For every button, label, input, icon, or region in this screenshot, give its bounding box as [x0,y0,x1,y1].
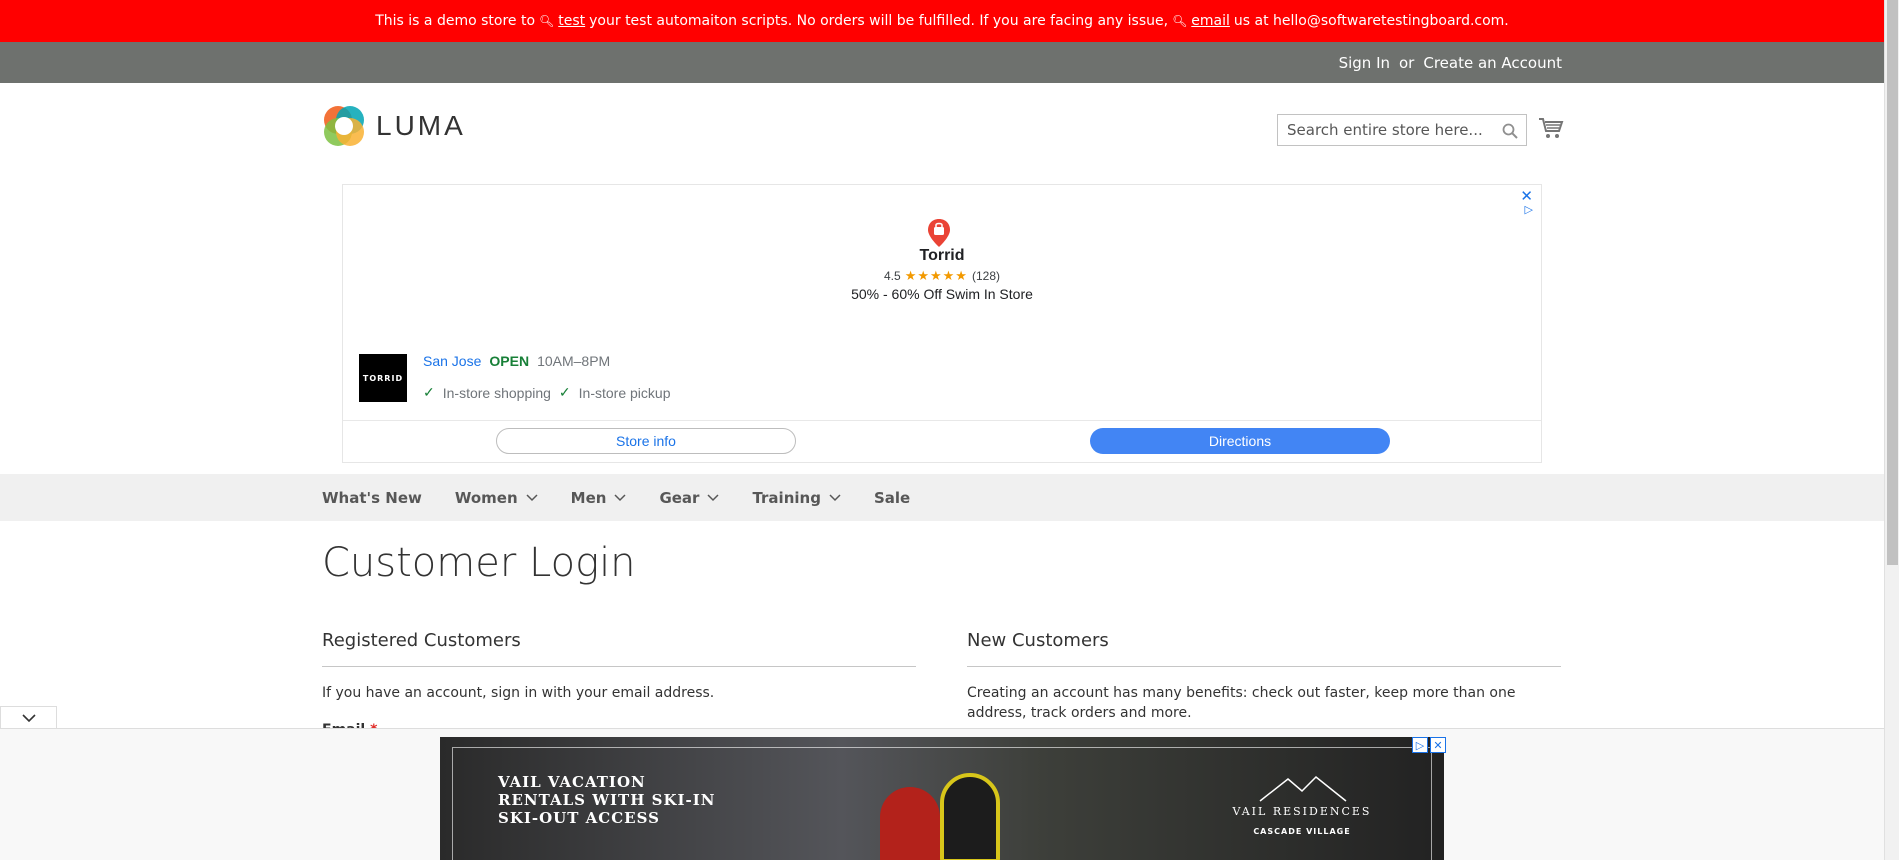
check-icon: ✓ [423,384,435,400]
registered-customers-text: If you have an account, sign in with you… [322,685,715,701]
chevron-down-icon [829,493,841,501]
demo-link-test[interactable]: test [558,13,585,29]
luma-logo-text: LUMA [376,110,466,141]
store-info-button[interactable]: Store info [496,428,796,454]
ad-close-icon[interactable]: ✕ [1430,737,1446,753]
or-text: or [1399,53,1415,72]
skier-figure [940,773,1000,860]
map-pin-icon [928,219,950,247]
nav-item-women[interactable]: Women [455,489,538,507]
bottom-ad-controls: ▷ ✕ [1412,737,1446,753]
demo-notice-banner: This is a demo store to 🔍︎ test your tes… [0,0,1884,42]
main-navigation: What's New Women Men Gear Training Sale [0,474,1884,521]
bottom-ad-bar: VAIL VACATION RENTALS WITH SKI-IN SKI-OU… [0,728,1884,860]
ad-choices-icon[interactable]: ▷ [1525,203,1533,216]
create-account-link[interactable]: Create an Account [1423,54,1562,72]
nav-item-whats-new[interactable]: What's New [322,489,422,507]
demo-link-email[interactable]: email [1191,13,1230,29]
luma-logo-icon [324,106,364,146]
vail-ad-banner[interactable]: VAIL VACATION RENTALS WITH SKI-IN SKI-OU… [440,737,1444,860]
torrid-logo: TORRID [359,354,407,402]
ad-rating-value: 4.5 [884,269,901,283]
mountain-icon [1259,775,1347,802]
new-customers-title: New Customers [967,630,1109,651]
header-links: Sign In or Create an Account [1339,42,1562,83]
search-icon[interactable] [1502,123,1518,139]
ad-headline: VAIL VACATION RENTALS WITH SKI-IN SKI-OU… [498,773,716,827]
ad-brand-name[interactable]: Torrid [343,247,1541,265]
store-ad[interactable]: ✕ ▷ Torrid 4.5 ★★★★★ (128) 50% - 60% Off… [342,184,1542,463]
page-scrollbar[interactable] [1884,0,1899,860]
ad-collapse-button[interactable] [0,706,57,729]
ad-brand-name: VAIL RESIDENCES [1232,805,1372,818]
ad-rating: 4.5 ★★★★★ (128) [343,268,1541,284]
ad-features: ✓ In-store shopping ✓ In-store pickup [423,384,670,401]
divider [322,666,916,667]
ad-open-status: OPEN [489,353,530,369]
chevron-down-icon [21,713,36,722]
skier-figure [880,787,940,860]
divider [967,666,1561,667]
ad-feature-pickup: In-store pickup [578,384,671,401]
search-box [1277,114,1527,146]
chevron-down-icon [707,493,719,501]
header-panel: Sign In or Create an Account [0,42,1884,83]
chevron-down-icon [526,493,538,501]
ad-review-count: (128) [971,269,1000,283]
chevron-down-icon [614,493,626,501]
registered-customers-title: Registered Customers [322,630,521,651]
ad-city[interactable]: San Jose [423,353,481,369]
scrollbar-thumb[interactable] [1887,0,1898,565]
cart-icon[interactable] [1538,116,1564,140]
ad-hours: 10AM–8PM [537,353,611,369]
demo-notice-text-1: This is a demo store to [375,13,536,29]
luma-logo[interactable]: LUMA [322,104,466,148]
ad-brand-subtitle: CASCADE VILLAGE [1253,827,1351,836]
demo-notice-text-2: your test automaiton scripts. No orders … [589,13,1169,29]
nav-item-gear[interactable]: Gear [659,489,719,507]
ad-feature-shopping: In-store shopping [442,384,551,401]
check-icon: ✓ [558,384,571,400]
ad-offer-text[interactable]: 50% - 60% Off Swim In Store [343,286,1541,302]
directions-button[interactable]: Directions [1090,428,1390,454]
page-title: Customer Login [322,540,636,586]
ad-location: San Jose OPEN 10AM–8PM [423,353,610,369]
nav-item-sale[interactable]: Sale [874,489,910,507]
star-rating-icon: ★★★★★ [904,268,968,283]
new-customers-text: Creating an account has many benefits: c… [967,685,1516,721]
ad-divider [343,420,1541,421]
search-icon: 🔍︎ [1172,14,1188,28]
nav-item-training[interactable]: Training [752,489,841,507]
search-input[interactable] [1278,115,1526,145]
sign-in-link[interactable]: Sign In [1339,54,1390,72]
search-icon: 🔍︎ [539,14,555,28]
demo-notice-text-3: us at hello@softwaretestingboard.com. [1233,13,1509,29]
nav-item-men[interactable]: Men [571,489,627,507]
ad-choices-icon[interactable]: ▷ [1412,737,1428,753]
